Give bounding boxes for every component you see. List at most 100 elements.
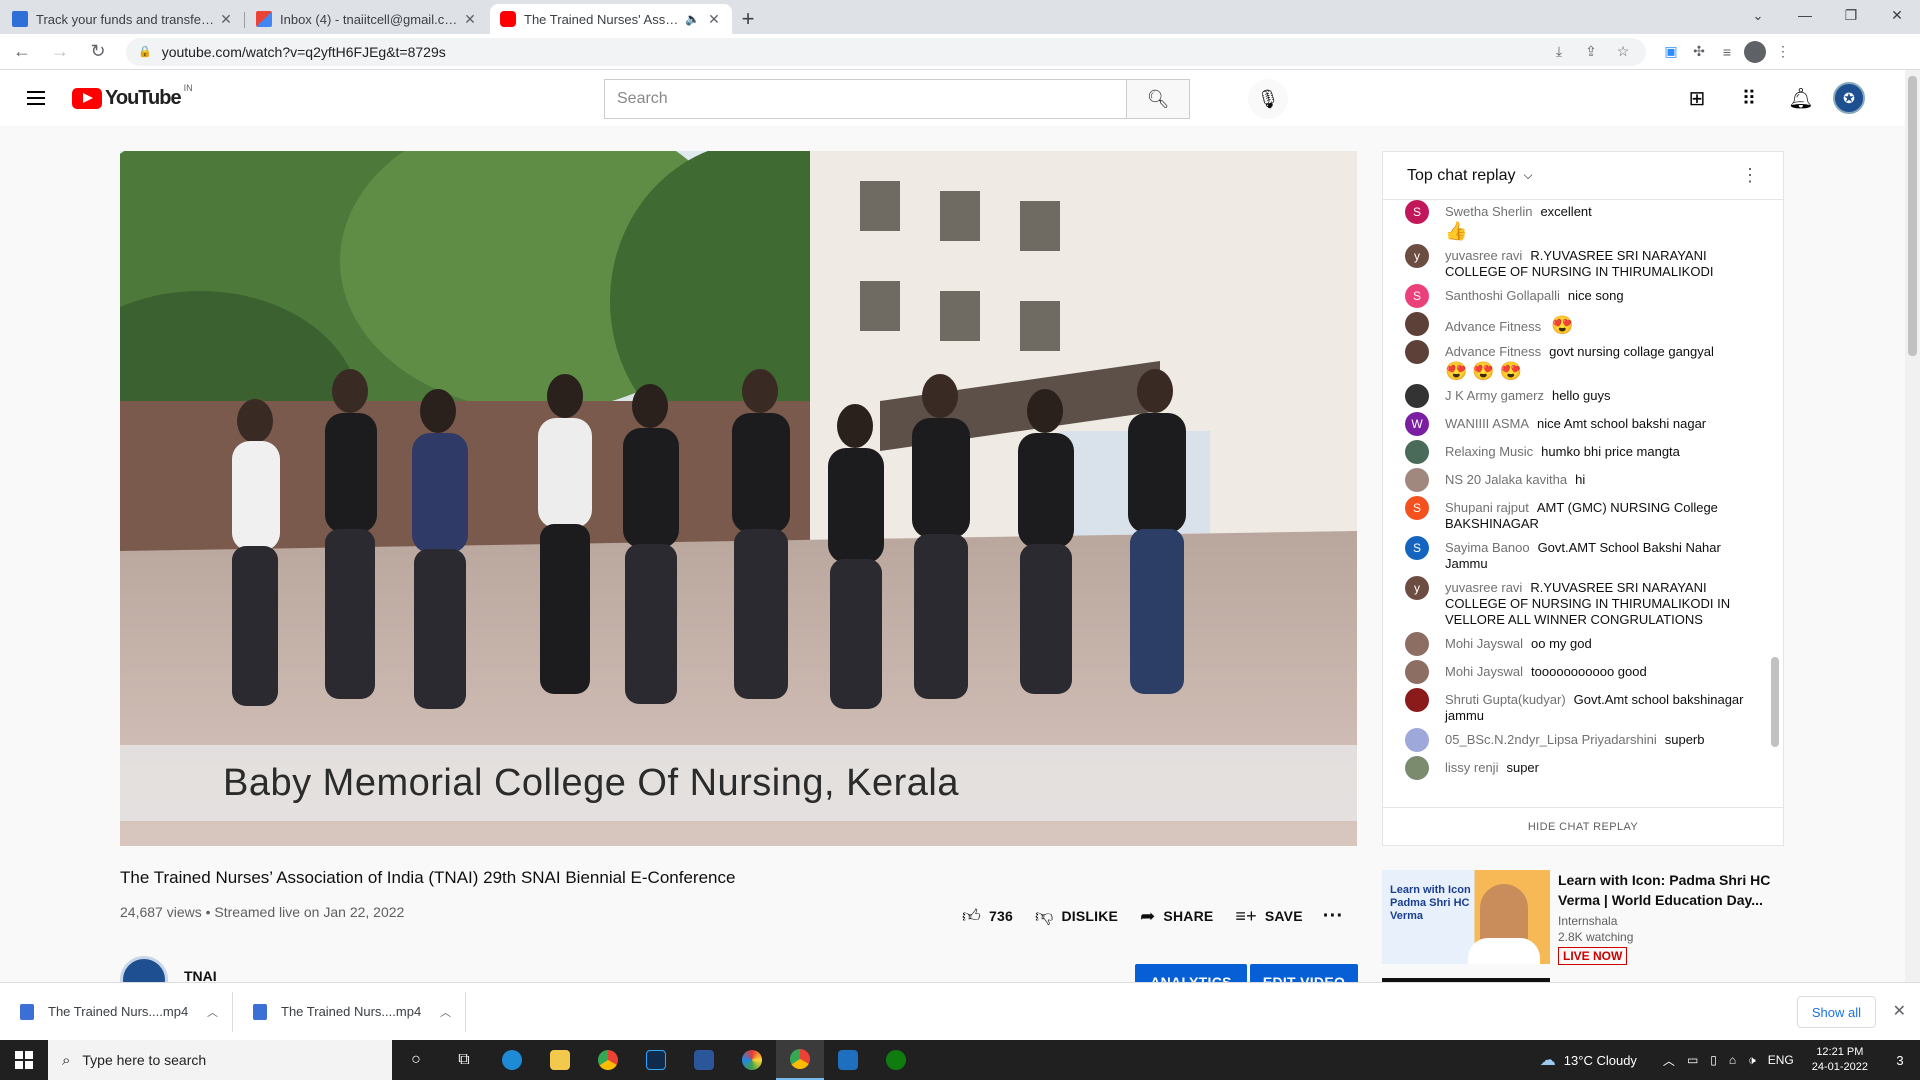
chevron-down-icon[interactable]: ⌵ [1524,168,1533,183]
dislike-button[interactable]: 👎︎ DISLIKE [1035,905,1118,927]
reload-icon[interactable]: ↻ [82,36,114,68]
word-icon[interactable] [680,1040,728,1080]
chat-menu-icon[interactable]: ⋮ [1741,165,1759,186]
chat-author-avatar[interactable]: S [1405,200,1429,224]
extensions-puzzle-icon[interactable]: ✣ [1688,41,1710,63]
profile-avatar[interactable]: T [1744,40,1766,63]
chevron-up-icon[interactable]: ︿ [207,1004,218,1020]
chat-author-name[interactable]: Mohi Jayswal [1445,664,1523,679]
tab-close-icon[interactable]: ✕ [706,11,722,28]
video-player[interactable]: Baby Memorial College Of Nursing, Kerala [120,151,1357,846]
chat-author-avatar[interactable] [1405,688,1429,712]
page-scrollbar[interactable] [1905,70,1920,982]
chat-mode-dropdown[interactable]: Top chat replay [1407,167,1516,185]
taskbar-search[interactable]: ⌕ Type here to search [48,1040,392,1080]
photoshop-icon[interactable] [632,1040,680,1080]
recommended-title[interactable]: Learn with Icon: Padma Shri HC Verma | W… [1558,870,1778,910]
chat-author-name[interactable]: Mohi Jayswal [1445,636,1523,651]
more-actions-icon[interactable]: ··· [1323,905,1344,928]
speaker-icon[interactable]: 🔈 [685,12,700,26]
save-button[interactable]: ≡+ SAVE [1235,906,1302,927]
chat-author-avatar[interactable] [1405,340,1429,364]
chevron-up-icon[interactable]: ︿ [440,1004,451,1020]
notification-center-icon[interactable]: 3 [1880,1040,1920,1080]
meet-now-icon[interactable]: ▭ [1687,1053,1698,1067]
cortana-icon[interactable]: ○ [392,1040,440,1080]
input-language[interactable]: ENG [1768,1053,1794,1067]
page-scroll-thumb[interactable] [1908,76,1917,356]
chat-author-avatar[interactable]: S [1405,284,1429,308]
clock[interactable]: 12:21 PM 24-01-2022 [1812,1045,1868,1075]
recommended-thumbnail[interactable]: Learn with Icon Padma Shri HC Verma [1382,870,1550,964]
chat-author-avatar[interactable] [1405,312,1429,336]
voice-search-icon[interactable]: 🎙︎ [1248,79,1288,119]
edge-icon[interactable] [488,1040,536,1080]
zoom-extension-icon[interactable]: ▣ [1660,41,1682,63]
chat-author-name[interactable]: Relaxing Music [1445,444,1533,459]
hide-chat-replay-button[interactable]: HIDE CHAT REPLAY [1383,807,1783,845]
tab-search-icon[interactable]: ⌄ [1746,4,1770,28]
tab-close-icon[interactable]: ✕ [218,11,234,28]
chat-scroll-thumb[interactable] [1771,657,1779,747]
task-view-icon[interactable]: ⧉ [440,1040,488,1080]
recommended-channel[interactable]: Internshala [1558,914,1778,928]
apps-grid-icon[interactable]: ⠿ [1729,78,1769,118]
chat-author-avatar[interactable]: W [1405,412,1429,436]
tab-close-icon[interactable]: ✕ [462,11,478,28]
account-avatar[interactable]: ✪ [1833,82,1865,114]
notifications-bell-icon[interactable]: 🔔︎ [1781,78,1821,118]
weather-widget[interactable]: ☁ 13°C Cloudy [1540,1050,1637,1070]
volume-icon[interactable]: 🕩 [1748,1053,1756,1068]
chat-author-name[interactable]: Advance Fitness [1445,344,1541,359]
close-window-icon[interactable]: ✕ [1874,0,1920,30]
show-hidden-icons-icon[interactable]: ︿ [1663,1052,1675,1069]
new-tab-button[interactable]: + [732,4,764,34]
chat-author-name[interactable]: NS 20 Jalaka kavitha [1445,472,1567,487]
chat-author-avatar[interactable]: S [1405,536,1429,560]
chrome-menu-icon[interactable]: ⋮ [1772,41,1794,63]
chrome-icon[interactable] [584,1040,632,1080]
chat-author-avatar[interactable]: y [1405,576,1429,600]
chat-author-avatar[interactable] [1405,632,1429,656]
chat-author-name[interactable]: Santhoshi Gollapalli [1445,288,1560,303]
bookmark-star-icon[interactable]: ☆ [1612,41,1634,63]
chat-author-avatar[interactable] [1405,728,1429,752]
chat-author-avatar[interactable] [1405,384,1429,408]
chat-author-name[interactable]: yuvasree ravi [1445,580,1522,595]
photos-app-icon[interactable] [824,1040,872,1080]
youtube-logo[interactable]: YouTube IN [72,83,193,110]
recommended-video[interactable]: Learn with Icon Padma Shri HC Verma Lear… [1382,870,1778,965]
like-button[interactable]: 👍︎ 736 [962,905,1013,927]
back-icon[interactable]: ← [6,36,38,68]
chat-author-name[interactable]: yuvasree ravi [1445,248,1522,263]
download-item[interactable]: The Trained Nurs....mp4 ︿ [0,991,233,1032]
chat-author-name[interactable]: 05_BSc.N.2ndyr_Lipsa Priyadarshini [1445,732,1657,747]
chat-message-list[interactable]: S Swetha Sherlin excellent 👍 y yuvasree ravi R… [1383,200,1769,807]
search-button[interactable]: 🔍︎ [1126,79,1190,119]
chat-author-name[interactable]: Sayima Banoo [1445,540,1530,555]
tab-funds[interactable]: Track your funds and transfers on ✕ [2,4,245,34]
restore-icon[interactable]: ❐ [1828,0,1874,30]
hamburger-menu-icon[interactable] [16,78,56,118]
chat-author-name[interactable]: WANIIII ASMA [1445,416,1529,431]
file-explorer-icon[interactable] [536,1040,584,1080]
chat-author-name[interactable]: lissy renji [1445,760,1498,775]
chat-author-name[interactable]: Advance Fitness [1445,319,1541,334]
chat-author-avatar[interactable]: y [1405,244,1429,268]
chat-author-name[interactable]: Shruti Gupta(kudyar) [1445,692,1566,707]
chat-author-avatar[interactable] [1405,468,1429,492]
reading-list-icon[interactable]: ≡ [1716,41,1738,63]
chat-author-avatar[interactable] [1405,660,1429,684]
tab-youtube[interactable]: The Trained Nurses' Associati 🔈 ✕ [490,4,732,34]
close-download-bar-icon[interactable]: ✕ [1893,1001,1906,1021]
download-item[interactable]: The Trained Nurs....mp4 ︿ [233,991,466,1032]
create-video-icon[interactable]: ⊞ [1677,78,1717,118]
share-page-icon[interactable]: ⇪ [1580,41,1602,63]
chat-author-avatar[interactable] [1405,440,1429,464]
share-button[interactable]: ➦ SHARE [1140,906,1213,927]
tab-gmail[interactable]: Inbox (4) - tnaiitcell@gmail.com ✕ [246,4,488,34]
chat-author-name[interactable]: Shupani rajput [1445,500,1529,515]
forward-icon[interactable]: → [44,36,76,68]
url-bar[interactable]: 🔒 youtube.com/watch?v=q2yftH6FJEg&t=8729… [126,37,1646,66]
chat-author-name[interactable]: Swetha Sherlin [1445,204,1532,219]
